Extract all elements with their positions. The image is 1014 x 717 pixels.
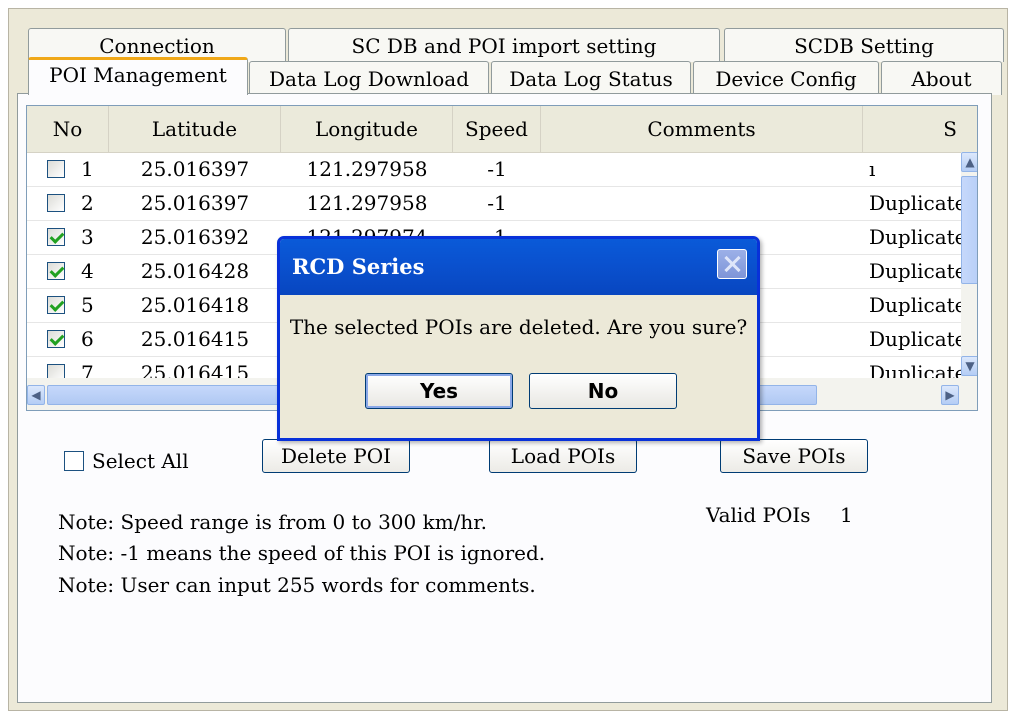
note-speed-range: Note: Speed range is from 0 to 300 km/hr… xyxy=(58,510,488,534)
tab-data-log-status-label: Data Log Status xyxy=(509,67,673,91)
dialog-title: RCD Series xyxy=(280,239,757,295)
cell-no[interactable]: 3 xyxy=(81,220,107,254)
col-header-longitude[interactable]: Longitude xyxy=(281,106,453,152)
valid-pois-label: Valid POIs xyxy=(706,503,811,527)
select-all-checkbox[interactable] xyxy=(64,451,84,471)
cell-lat[interactable]: 25.016397 xyxy=(109,152,281,186)
tab-scdb-poi-import-label: SC DB and POI import setting xyxy=(351,34,657,58)
cell-lat[interactable]: 25.016428 xyxy=(109,254,281,288)
cell-no[interactable]: 2 xyxy=(81,186,107,220)
valid-pois-value: 1 xyxy=(840,503,853,527)
select-all-label: Select All xyxy=(92,449,189,473)
tab-about[interactable]: About xyxy=(881,61,1002,95)
cell-lat[interactable]: 25.016418 xyxy=(109,288,281,322)
cell-lat[interactable]: 25.016415 xyxy=(109,322,281,356)
tab-poi-management-label: POI Management xyxy=(49,63,227,87)
load-pois-button[interactable]: Load POIs xyxy=(489,439,637,473)
cell-comments[interactable] xyxy=(541,186,863,220)
tab-data-log-download-label: Data Log Download xyxy=(269,67,469,91)
cell-status[interactable]: Duplicate xyxy=(869,220,961,254)
col-header-speed[interactable]: Speed xyxy=(453,106,541,152)
confirm-dialog: RCD Series The selected POIs are deleted… xyxy=(277,236,760,441)
cell-status[interactable]: Duplicate xyxy=(869,322,961,356)
cell-comments[interactable] xyxy=(541,152,863,186)
table-row[interactable]: 1 25.016397 121.297958 -1 ı xyxy=(27,152,961,187)
save-pois-button[interactable]: Save POIs xyxy=(720,439,868,473)
row-checkbox[interactable] xyxy=(47,194,65,212)
delete-poi-button[interactable]: Delete POI xyxy=(262,439,410,473)
tab-poi-management[interactable]: POI Management xyxy=(28,57,248,95)
row-checkbox[interactable] xyxy=(47,330,65,348)
row-checkbox[interactable] xyxy=(47,296,65,314)
row-checkbox[interactable] xyxy=(47,228,65,246)
col-header-status[interactable]: S xyxy=(863,106,961,152)
cell-status[interactable]: Duplicate xyxy=(869,288,961,322)
cell-speed[interactable]: -1 xyxy=(453,152,541,186)
close-icon[interactable] xyxy=(717,249,747,279)
tab-data-log-status[interactable]: Data Log Status xyxy=(491,61,691,95)
tab-scdb-setting-label: SCDB Setting xyxy=(794,34,934,58)
tab-scdb-poi-import[interactable]: SC DB and POI import setting xyxy=(288,28,720,62)
tab-scdb-setting[interactable]: SCDB Setting xyxy=(724,28,1004,62)
cell-status[interactable]: Duplicate xyxy=(869,254,961,288)
note-comment-length: Note: User can input 255 words for comme… xyxy=(58,573,536,597)
cell-no[interactable]: 4 xyxy=(81,254,107,288)
cell-lat[interactable]: 25.016397 xyxy=(109,186,281,220)
scroll-left-icon[interactable]: ◀ xyxy=(27,385,45,405)
cell-no[interactable]: 5 xyxy=(81,288,107,322)
scroll-down-icon[interactable]: ▼ xyxy=(961,356,977,376)
cell-status[interactable]: Duplicate xyxy=(869,186,961,220)
tab-device-config[interactable]: Device Config xyxy=(693,61,879,95)
cell-lon[interactable]: 121.297958 xyxy=(281,186,453,220)
yes-button[interactable]: Yes xyxy=(365,373,513,409)
vertical-scroll-thumb[interactable] xyxy=(961,176,977,284)
table-row[interactable]: 2 25.016397 121.297958 -1 Duplicate xyxy=(27,186,961,221)
row-checkbox[interactable] xyxy=(47,262,65,280)
cell-lat[interactable]: 25.016392 xyxy=(109,220,281,254)
tab-connection-label: Connection xyxy=(99,34,215,58)
vertical-scrollbar[interactable]: ▲ ▼ xyxy=(961,152,977,378)
col-header-latitude[interactable]: Latitude xyxy=(109,106,281,152)
note-speed-ignored: Note: -1 means the speed of this POI is … xyxy=(58,541,546,565)
scroll-up-icon[interactable]: ▲ xyxy=(961,152,977,172)
cell-status[interactable]: ı xyxy=(869,152,961,186)
scroll-right-icon[interactable]: ▶ xyxy=(941,385,959,405)
dialog-message: The selected POIs are deleted. Are you s… xyxy=(289,315,748,339)
row-checkbox[interactable] xyxy=(47,160,65,178)
tab-about-label: About xyxy=(911,67,972,91)
cell-lon[interactable]: 121.297958 xyxy=(281,152,453,186)
cell-no[interactable]: 6 xyxy=(81,322,107,356)
col-header-comments[interactable]: Comments xyxy=(541,106,863,152)
col-header-no[interactable]: No xyxy=(27,106,109,152)
grid-header: No Latitude Longitude Speed Comments S xyxy=(27,106,977,153)
tab-device-config-label: Device Config xyxy=(715,67,857,91)
tab-data-log-download[interactable]: Data Log Download xyxy=(249,61,489,95)
cell-speed[interactable]: -1 xyxy=(453,186,541,220)
cell-no[interactable]: 1 xyxy=(81,152,107,186)
no-button[interactable]: No xyxy=(529,373,677,409)
